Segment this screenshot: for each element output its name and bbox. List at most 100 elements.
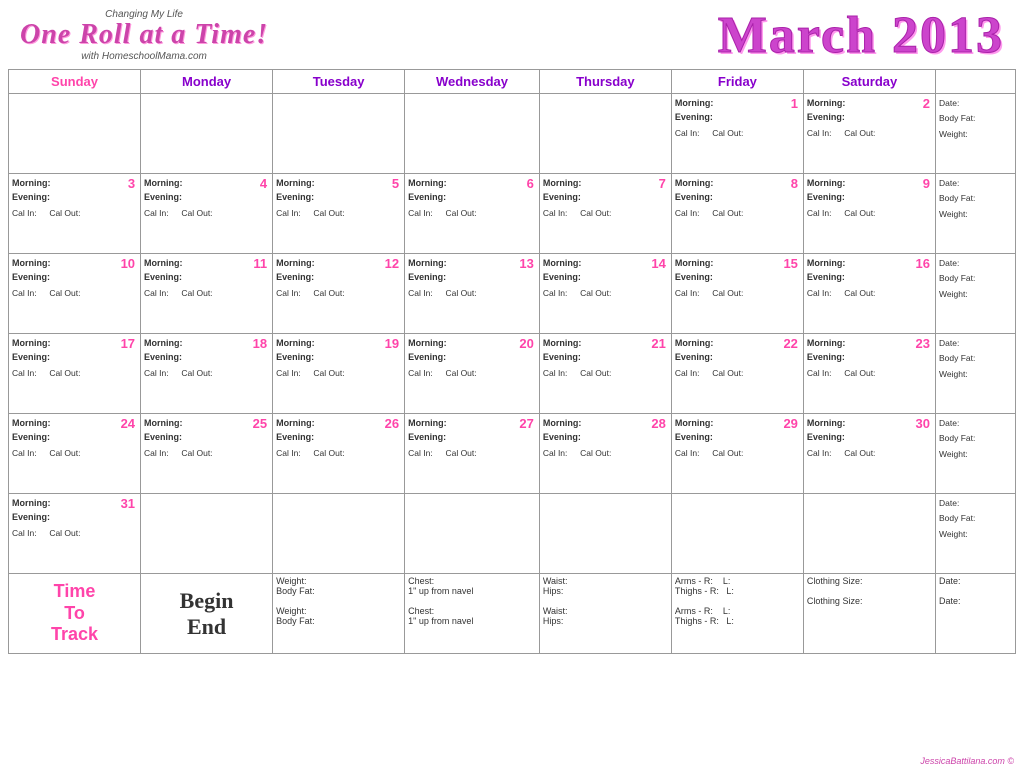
cell-day-14: 14 Morning: Evening: Cal In: Cal Out:: [539, 254, 671, 334]
day-entry-16: Morning: Evening: Cal In: Cal Out:: [807, 256, 932, 300]
cell-day-3: 3 Morning: Evening: Cal In: Cal Out:: [9, 174, 141, 254]
day-entry-10: Morning: Evening: Cal In: Cal Out:: [12, 256, 137, 300]
th-tuesday: Tuesday: [273, 70, 405, 94]
day-number-19: 19: [385, 336, 399, 351]
cell-day-2: 2 Morning: Evening: Cal In: Cal Out:: [803, 94, 935, 174]
day-number-2: 2: [923, 96, 930, 111]
day-entry-31: Morning: Evening: Cal In: Cal Out:: [12, 496, 137, 540]
track-chest-label: Chest:: [408, 576, 536, 586]
side-cell-6: Date: Body Fat: Weight:: [936, 494, 1016, 574]
side-bodyfat-6: Body Fat:: [939, 511, 1012, 526]
th-sunday: Sunday: [9, 70, 141, 94]
side-weight-5: Weight:: [939, 447, 1012, 462]
side-date-2: Date:: [939, 176, 1012, 191]
day-number-1: 1: [791, 96, 798, 111]
track-hips-label2: Hips:: [543, 616, 668, 626]
cell-day-9: 9 Morning: Evening: Cal In: Cal Out:: [803, 174, 935, 254]
day-entry-28: Morning: Evening: Cal In: Cal Out:: [543, 416, 668, 460]
day-entry-17: Morning: Evening: Cal In: Cal Out:: [12, 336, 137, 380]
day-number-21: 21: [651, 336, 665, 351]
day-entry-12: Morning: Evening: Cal In: Cal Out:: [276, 256, 401, 300]
cell-day-10: 10 Morning: Evening: Cal In: Cal Out:: [9, 254, 141, 334]
side-weight-6: Weight:: [939, 527, 1012, 542]
track-date-label2: Date:: [939, 596, 1012, 606]
cell-day-15: 15 Morning: Evening: Cal In: Cal Out:: [671, 254, 803, 334]
cell-empty-2: [141, 94, 273, 174]
day-number-27: 27: [519, 416, 533, 431]
day-number-22: 22: [783, 336, 797, 351]
day-number-16: 16: [916, 256, 930, 271]
cell-day-17: 17 Morning: Evening: Cal In: Cal Out:: [9, 334, 141, 414]
day-number-31: 31: [121, 496, 135, 511]
track-clothing-label2: Clothing Size:: [807, 596, 932, 606]
track-weight-cell: Weight: Body Fat: Weight: Body Fat:: [273, 574, 405, 654]
side-date-6: Date:: [939, 496, 1012, 511]
th-friday: Friday: [671, 70, 803, 94]
cell-day-24: 24 Morning: Evening: Cal In: Cal Out:: [9, 414, 141, 494]
week-row-3: 10 Morning: Evening: Cal In: Cal Out: 11: [9, 254, 1016, 334]
footer: JessicaBattilana.com ©: [0, 755, 1024, 768]
cell-day-4: 4 Morning: Evening: Cal In: Cal Out:: [141, 174, 273, 254]
track-weight-label2: Weight:: [276, 606, 401, 616]
cell-day-27: 27 Morning: Evening: Cal In: Cal Out:: [405, 414, 540, 494]
cell-empty-6e: [539, 494, 671, 574]
track-thighs-label2: Thighs - R: L:: [675, 616, 800, 626]
day-entry-24: Morning: Evening: Cal In: Cal Out:: [12, 416, 137, 460]
day-number-28: 28: [651, 416, 665, 431]
th-monday: Monday: [141, 70, 273, 94]
page: Changing My Life One Roll at a Time! wit…: [0, 0, 1024, 768]
day-number-29: 29: [783, 416, 797, 431]
track-waist-label2: Waist:: [543, 606, 668, 616]
cell-day-29: 29 Morning: Evening: Cal In: Cal Out:: [671, 414, 803, 494]
day-number-9: 9: [923, 176, 930, 191]
track-waist-label: Waist:: [543, 576, 668, 586]
side-cell-5: Date: Body Fat: Weight:: [936, 414, 1016, 494]
day-entry-1: Morning: Evening: Cal In: Cal Out:: [675, 96, 800, 140]
track-cup-navel-label: 1" up from navel: [408, 586, 536, 596]
th-saturday: Saturday: [803, 70, 935, 94]
header-left: Changing My Life One Roll at a Time! wit…: [20, 9, 268, 62]
day-entry-3: Morning: Evening: Cal In: Cal Out:: [12, 176, 137, 220]
th-thursday: Thursday: [539, 70, 671, 94]
cell-day-16: 16 Morning: Evening: Cal In: Cal Out:: [803, 254, 935, 334]
cell-day-25: 25 Morning: Evening: Cal In: Cal Out:: [141, 414, 273, 494]
begin-end-cell: Begin End: [141, 574, 273, 654]
week-row-5: 24 Morning: Evening: Cal In: Cal Out: 25: [9, 414, 1016, 494]
day-entry-18: Morning: Evening: Cal In: Cal Out:: [144, 336, 269, 380]
day-entry-23: Morning: Evening: Cal In: Cal Out:: [807, 336, 932, 380]
track-chest-cell: Chest: 1" up from navel Chest: 1" up fro…: [405, 574, 540, 654]
day-entry-27: Morning: Evening: Cal In: Cal Out:: [408, 416, 536, 460]
footer-text: JessicaBattilana.com ©: [920, 756, 1014, 766]
side-bodyfat-3: Body Fat:: [939, 271, 1012, 286]
calendar-header-row: Sunday Monday Tuesday Wednesday Thursday…: [9, 70, 1016, 94]
cell-day-8: 8 Morning: Evening: Cal In: Cal Out:: [671, 174, 803, 254]
side-bodyfat-2: Body Fat:: [939, 191, 1012, 206]
day-number-25: 25: [253, 416, 267, 431]
month-title: March 2013: [718, 6, 1004, 65]
cell-day-13: 13 Morning: Evening: Cal In: Cal Out:: [405, 254, 540, 334]
side-weight-3: Weight:: [939, 287, 1012, 302]
day-entry-15: Morning: Evening: Cal In: Cal Out:: [675, 256, 800, 300]
cell-day-1: 1 Morning: Evening: Cal In: Cal Out:: [671, 94, 803, 174]
day-entry-5: Morning: Evening: Cal In: Cal Out:: [276, 176, 401, 220]
track-bodyfat-label2: Body Fat:: [276, 616, 401, 626]
cell-day-23: 23 Morning: Evening: Cal In: Cal Out:: [803, 334, 935, 414]
track-date-label: Date:: [939, 576, 1012, 586]
cell-empty-5: [539, 94, 671, 174]
track-arms-label2: Arms - R: L:: [675, 606, 800, 616]
track-cup-navel-label2: 1" up from navel: [408, 616, 536, 626]
day-entry-26: Morning: Evening: Cal In: Cal Out:: [276, 416, 401, 460]
day-entry-22: Morning: Evening: Cal In: Cal Out:: [675, 336, 800, 380]
day-entry-30: Morning: Evening: Cal In: Cal Out:: [807, 416, 932, 460]
day-entry-25: Morning: Evening: Cal In: Cal Out:: [144, 416, 269, 460]
cell-day-11: 11 Morning: Evening: Cal In: Cal Out:: [141, 254, 273, 334]
cell-day-18: 18 Morning: Evening: Cal In: Cal Out:: [141, 334, 273, 414]
cell-day-5: 5 Morning: Evening: Cal In: Cal Out:: [273, 174, 405, 254]
day-number-11: 11: [253, 256, 267, 271]
day-number-10: 10: [121, 256, 135, 271]
side-cell-1: Date: Body Fat: Weight:: [936, 94, 1016, 174]
day-number-17: 17: [121, 336, 135, 351]
cell-day-21: 21 Morning: Evening: Cal In: Cal Out:: [539, 334, 671, 414]
cell-empty-1: [9, 94, 141, 174]
cell-empty-6d: [405, 494, 540, 574]
